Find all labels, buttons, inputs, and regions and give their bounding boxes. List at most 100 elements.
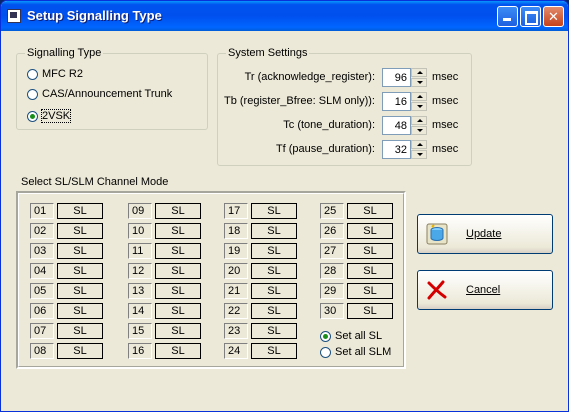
channel-item: 28 SL [320, 263, 397, 279]
channel-mode-toggle[interactable]: SL [251, 223, 297, 239]
channel-number: 09 [128, 203, 152, 219]
channel-mode-toggle[interactable]: SL [155, 243, 201, 259]
channel-mode-toggle[interactable]: SL [155, 323, 201, 339]
channel-item: 26 SL [320, 223, 397, 239]
channel-number: 15 [128, 323, 152, 339]
spin-down-arrow-icon[interactable] [411, 150, 427, 159]
channel-mode-toggle[interactable]: SL [155, 263, 201, 279]
channel-item: 16 SL [128, 343, 205, 359]
channel-number: 29 [320, 283, 344, 299]
channel-mode-toggle[interactable]: SL [155, 203, 201, 219]
channel-number: 27 [320, 243, 344, 259]
setting-value-input[interactable] [382, 116, 411, 135]
channel-number: 17 [224, 203, 248, 219]
spin-up-arrow-icon[interactable] [411, 140, 427, 149]
spin-up-arrow-icon[interactable] [411, 68, 427, 77]
channel-mode-toggle[interactable]: SL [251, 263, 297, 279]
channel-mode-toggle[interactable]: SL [57, 323, 103, 339]
channel-item: 14 SL [128, 303, 205, 319]
radio-2vsk-dot[interactable] [27, 110, 38, 122]
radio-set-all-slm-dot[interactable] [320, 346, 331, 358]
channel-item: 03 SL [30, 243, 107, 259]
channel-mode-toggle[interactable]: SL [347, 243, 393, 259]
channel-mode-toggle[interactable]: SL [155, 343, 201, 359]
spin-down-arrow-icon[interactable] [411, 78, 427, 87]
channel-mode-toggle[interactable]: SL [155, 283, 201, 299]
cancel-button[interactable]: Cancel [417, 270, 553, 310]
spin-down-arrow-icon[interactable] [411, 102, 427, 111]
channel-mode-toggle[interactable]: SL [347, 223, 393, 239]
setting-label: Tc (tone_duration): [283, 119, 375, 131]
channel-mode-toggle[interactable]: SL [347, 283, 393, 299]
channel-number: 02 [30, 223, 54, 239]
channel-number: 21 [224, 283, 248, 299]
signalling-type-legend: Signalling Type [25, 47, 104, 59]
title-bar[interactable]: Setup Signalling Type ✕ [1, 1, 568, 31]
channel-mode-toggle[interactable]: SL [347, 203, 393, 219]
radio-set-all-sl-dot[interactable] [320, 330, 331, 342]
setting-label: Tb (register_Bfree: SLM only)): [224, 95, 375, 107]
channel-mode-toggle[interactable]: SL [155, 303, 201, 319]
radio-2vsk-label: 2VSK [40, 109, 72, 123]
radio-cas-label: CAS/Announcement Trunk [42, 88, 173, 100]
radio-cas-announcement[interactable]: CAS/Announcement Trunk [27, 88, 172, 100]
channel-mode-toggle[interactable]: SL [251, 343, 297, 359]
signalling-type-group: Signalling Type MFC R2 CAS/Announcement … [16, 47, 208, 130]
channel-item: 19 SL [224, 243, 301, 259]
update-label: Update [466, 228, 502, 240]
setting-value-input[interactable] [382, 68, 411, 87]
radio-cas-dot[interactable] [27, 88, 38, 100]
channel-mode-toggle[interactable]: SL [57, 263, 103, 279]
channel-item: 29 SL [320, 283, 397, 299]
dialog-window: Setup Signalling Type ✕ Signalling Type … [0, 0, 569, 412]
channel-mode-toggle[interactable]: SL [251, 303, 297, 319]
radio-set-all-sl[interactable]: Set all SL [320, 330, 382, 342]
channel-item: 18 SL [224, 223, 301, 239]
channel-mode-toggle[interactable]: SL [251, 243, 297, 259]
update-button[interactable]: Update [417, 214, 553, 254]
channel-mode-toggle[interactable]: SL [57, 303, 103, 319]
setting-spinner[interactable] [382, 116, 428, 135]
setting-spinner[interactable] [382, 140, 428, 159]
minimize-button[interactable] [497, 6, 518, 27]
channel-mode-toggle[interactable]: SL [251, 323, 297, 339]
close-button[interactable]: ✕ [543, 6, 564, 27]
setting-spinner[interactable] [382, 68, 428, 87]
setting-value-input[interactable] [382, 92, 411, 111]
channel-number: 19 [224, 243, 248, 259]
channel-mode-toggle[interactable]: SL [251, 283, 297, 299]
database-icon [426, 223, 448, 245]
radio-mfc-r2[interactable]: MFC R2 [27, 68, 83, 80]
channel-mode-toggle[interactable]: SL [155, 223, 201, 239]
channel-mode-toggle[interactable]: SL [57, 203, 103, 219]
spin-down-arrow-icon[interactable] [411, 126, 427, 135]
channel-mode-toggle[interactable]: SL [57, 343, 103, 359]
setting-spinner[interactable] [382, 92, 428, 111]
channel-number: 12 [128, 263, 152, 279]
channel-mode-legend: Select SL/SLM Channel Mode [21, 176, 169, 188]
channel-number: 04 [30, 263, 54, 279]
channel-number: 01 [30, 203, 54, 219]
spin-up-arrow-icon[interactable] [411, 92, 427, 101]
system-settings-group: System Settings Tr (acknowledge_register… [217, 47, 472, 166]
channel-mode-toggle[interactable]: SL [57, 243, 103, 259]
channel-mode-toggle[interactable]: SL [347, 303, 393, 319]
maximize-button[interactable] [520, 6, 541, 27]
channel-number: 25 [320, 203, 344, 219]
channel-number: 18 [224, 223, 248, 239]
radio-set-all-slm[interactable]: Set all SLM [320, 346, 391, 358]
radio-2vsk[interactable]: 2VSK [27, 109, 72, 123]
set-all-slm-label: Set all SLM [335, 346, 392, 358]
channel-item: 13 SL [128, 283, 205, 299]
setting-value-input[interactable] [382, 140, 411, 159]
channel-mode-toggle[interactable]: SL [251, 203, 297, 219]
channel-item: 15 SL [128, 323, 205, 339]
channel-mode-toggle[interactable]: SL [347, 263, 393, 279]
radio-mfc-r2-dot[interactable] [27, 68, 38, 80]
spin-up-arrow-icon[interactable] [411, 116, 427, 125]
window-app-icon[interactable] [7, 9, 21, 23]
channel-number: 13 [128, 283, 152, 299]
setting-unit: msec [432, 119, 459, 131]
channel-mode-toggle[interactable]: SL [57, 223, 103, 239]
channel-mode-toggle[interactable]: SL [57, 283, 103, 299]
